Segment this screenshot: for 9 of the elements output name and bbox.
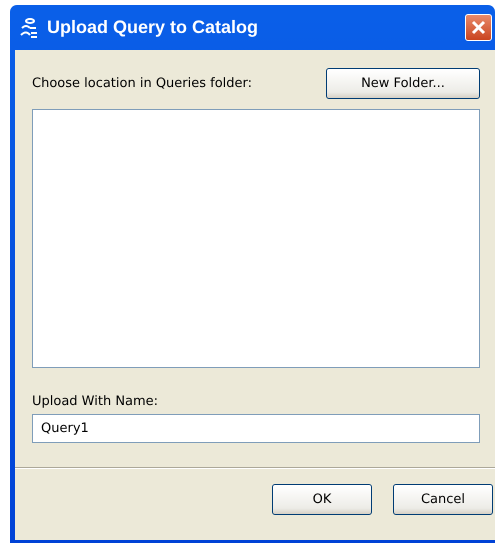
- location-label: Choose location in Queries folder:: [32, 76, 252, 91]
- close-icon: [471, 20, 486, 35]
- window-title: Upload Query to Catalog: [47, 17, 260, 38]
- new-folder-button[interactable]: New Folder...: [326, 68, 480, 99]
- name-field[interactable]: Query1: [32, 414, 480, 443]
- cancel-button[interactable]: Cancel: [393, 484, 493, 515]
- close-button[interactable]: [465, 14, 492, 41]
- name-label: Upload With Name:: [32, 394, 160, 409]
- ok-button[interactable]: OK: [272, 484, 372, 515]
